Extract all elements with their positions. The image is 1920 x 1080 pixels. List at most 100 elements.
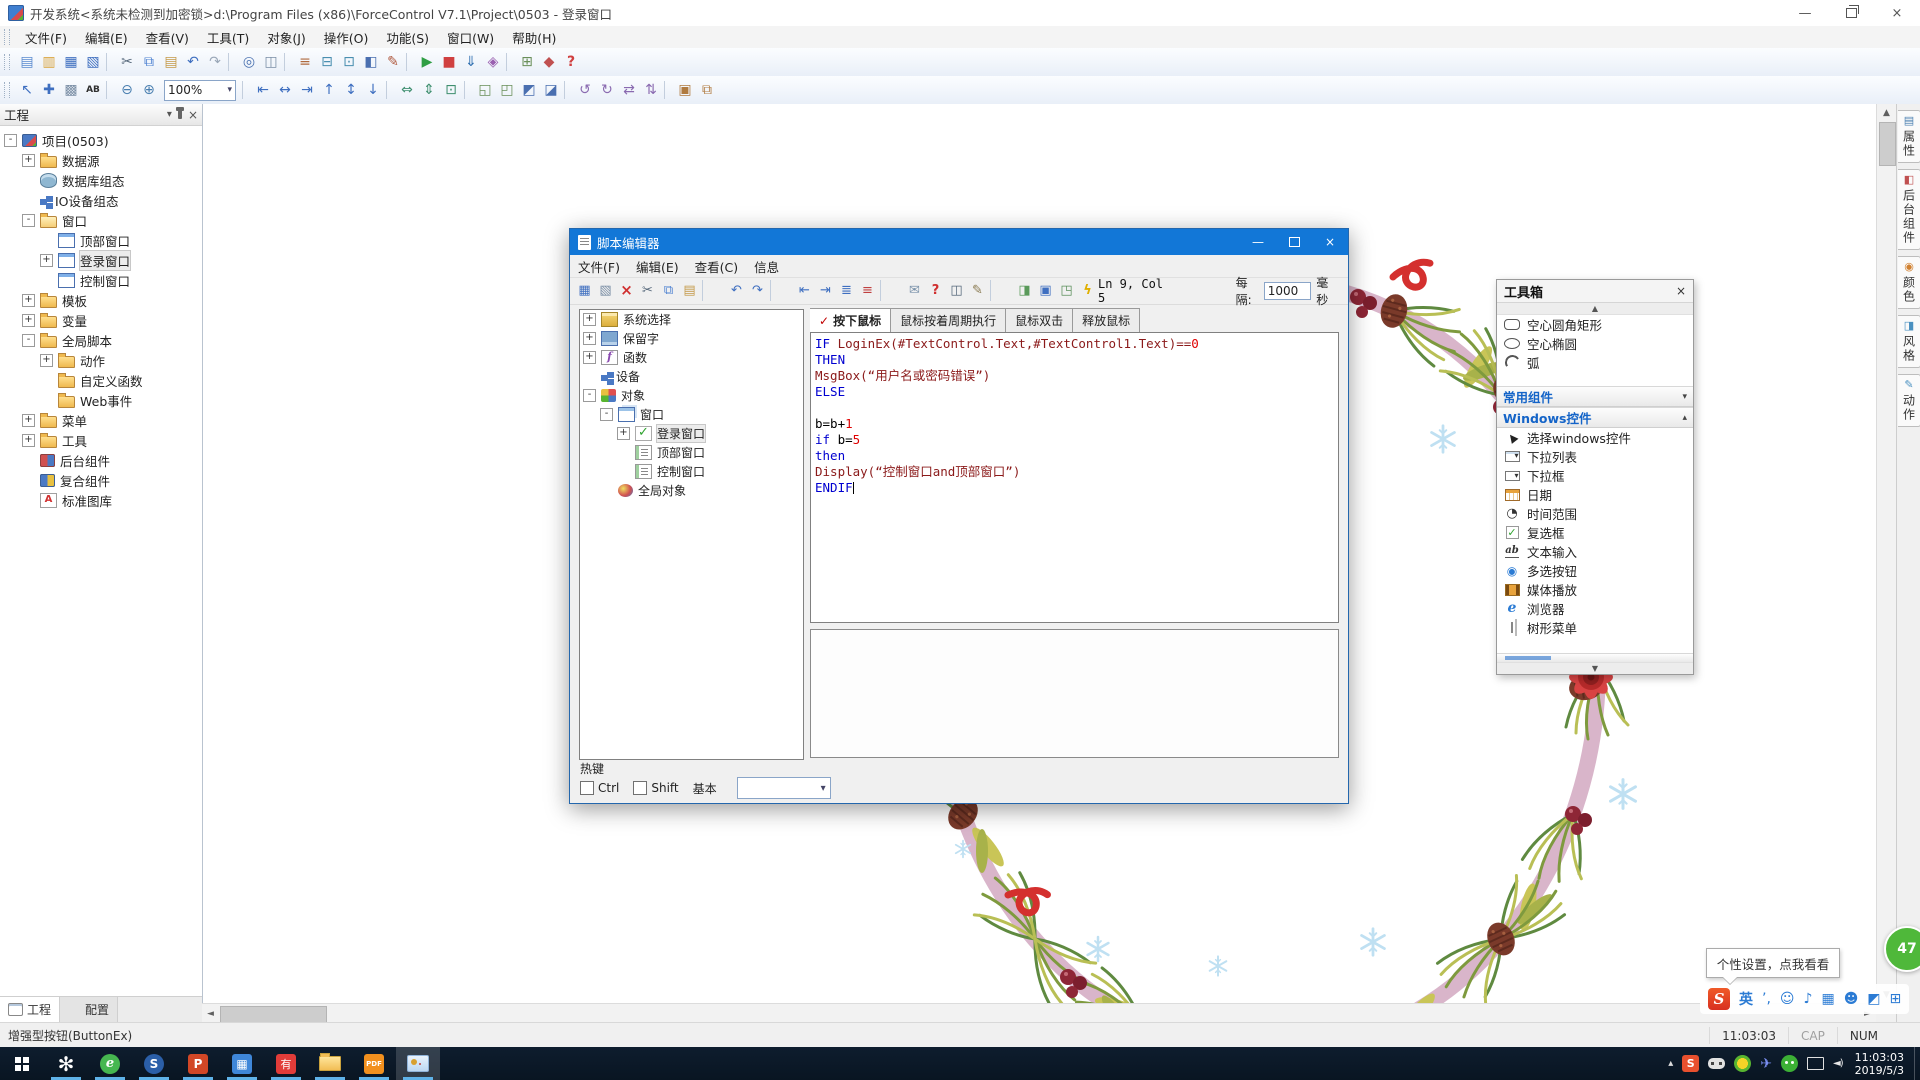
description-panel[interactable] <box>810 629 1339 758</box>
zoom-select[interactable]: 100%▾ <box>164 80 236 101</box>
menu-item[interactable]: 查看(V) <box>137 26 198 49</box>
event-tab[interactable]: 鼠标按着周期执行 <box>891 308 1006 333</box>
sogou-tray-icon[interactable]: S <box>1682 1055 1699 1072</box>
save-as[interactable]: ▧ <box>595 280 616 301</box>
tray-caret-icon[interactable]: ▴ <box>1668 1058 1673 1069</box>
taskbar-app[interactable]: 有 <box>264 1047 308 1080</box>
pointer[interactable]: ↖ <box>16 79 38 101</box>
scrollbar-thumb[interactable] <box>220 1006 327 1023</box>
event-tab[interactable]: 鼠标双击 <box>1006 308 1073 333</box>
separator[interactable] <box>880 280 902 301</box>
tree-item[interactable]: + 登录窗口 <box>580 424 803 443</box>
stop[interactable]: ■ <box>438 51 460 73</box>
monitor-icon[interactable] <box>1807 1057 1824 1070</box>
punct-icon[interactable]: ’, <box>1762 991 1771 1007</box>
separator[interactable] <box>702 280 724 301</box>
stamp[interactable]: ▩ <box>60 79 82 101</box>
rotate-left[interactable]: ↺ <box>574 79 596 101</box>
tree-item[interactable]: + 模板 <box>0 290 202 310</box>
kite-icon[interactable]: ✈ <box>1760 1056 1772 1072</box>
tree-item[interactable]: 全局对象 <box>580 481 803 500</box>
menu-item[interactable]: 操作(O) <box>315 26 378 49</box>
toolbox-item[interactable]: 媒体播放 <box>1497 580 1693 599</box>
paste[interactable]: ▤ <box>160 51 182 73</box>
shift-checkbox[interactable]: Shift <box>633 781 678 795</box>
toolbox-item[interactable]: 弧 <box>1497 353 1693 372</box>
flip-horizontal[interactable]: ⇄ <box>618 79 640 101</box>
tree-item[interactable]: - 对象 <box>580 386 803 405</box>
separator[interactable] <box>242 81 250 99</box>
hotkey-select[interactable]: ▾ <box>737 777 831 799</box>
menu-item[interactable]: 功能(S) <box>377 26 438 49</box>
grid-toggle[interactable]: ⊞ <box>516 51 538 73</box>
script-editor[interactable]: ✎ <box>382 51 404 73</box>
tree-expander-icon[interactable]: - <box>583 389 596 402</box>
interval-input[interactable]: 1000 <box>1264 282 1312 300</box>
tree-item[interactable]: - 全局脚本 <box>0 330 202 350</box>
copy[interactable]: ⧉ <box>658 280 679 301</box>
help[interactable]: ? <box>560 51 582 73</box>
message[interactable]: ✉ <box>904 280 925 301</box>
maximize-button[interactable] <box>1276 229 1312 255</box>
wechat-icon[interactable] <box>1781 1055 1798 1072</box>
tree-expander-icon[interactable]: + <box>40 254 53 267</box>
menu-item[interactable]: 文件(F) <box>16 26 76 49</box>
toolbox-scroll-up[interactable]: ▲ <box>1497 303 1693 315</box>
ungroup[interactable]: ◰ <box>496 79 518 101</box>
taskbar-app[interactable]: ▦ <box>220 1047 264 1080</box>
rotate-right[interactable]: ↻ <box>596 79 618 101</box>
ctrl-checkbox[interactable]: Ctrl <box>580 781 619 795</box>
group[interactable]: ◱ <box>474 79 496 101</box>
separator[interactable] <box>990 280 1012 301</box>
ime-logo-icon[interactable]: S <box>1708 988 1730 1010</box>
dock-tab[interactable]: ◉ 颜色 <box>1898 256 1920 309</box>
toolbox-item[interactable]: 日期 <box>1497 485 1693 504</box>
simulate[interactable]: ◈ <box>482 51 504 73</box>
toolbox-item[interactable]: 选择windows控件 <box>1497 428 1693 447</box>
panel-tab[interactable]: 工程 <box>0 997 60 1022</box>
cut[interactable]: ✂ <box>637 280 658 301</box>
download[interactable]: ⇓ <box>460 51 482 73</box>
toolbox-item[interactable]: 下拉列表 <box>1497 447 1693 466</box>
help[interactable]: ? <box>925 280 946 301</box>
same-size[interactable]: ⊡ <box>440 79 462 101</box>
toolbox-item[interactable]: 空心圆角矩形 <box>1497 315 1693 334</box>
menu-item[interactable]: 工具(T) <box>198 26 258 49</box>
close-icon[interactable]: × <box>1676 284 1686 298</box>
same-height[interactable]: ⇕ <box>418 79 440 101</box>
tree-expander-icon[interactable]: - <box>22 334 35 347</box>
flip-vertical[interactable]: ⇅ <box>640 79 662 101</box>
tree-item[interactable]: Web事件 <box>0 390 202 410</box>
skin-icon[interactable]: ◩ <box>1867 991 1880 1007</box>
close-icon[interactable]: × <box>188 108 198 122</box>
separator[interactable] <box>770 280 792 301</box>
panel-tab[interactable]: 配置 <box>60 997 118 1022</box>
tree-item[interactable]: + 系统选择 <box>580 310 803 329</box>
compile[interactable]: ϟ <box>1077 280 1098 301</box>
scrollbar-thumb[interactable] <box>1879 122 1896 166</box>
tree-item[interactable]: + 变量 <box>0 310 202 330</box>
tree-item[interactable]: + 菜单 <box>0 410 202 430</box>
toolbox-item[interactable]: 时间范围 <box>1497 504 1693 523</box>
new-file[interactable]: ▤ <box>16 51 38 73</box>
tree-item[interactable]: 控制窗口 <box>0 270 202 290</box>
taskbar-app[interactable]: e <box>88 1047 132 1080</box>
horizontal-scrollbar[interactable]: ◄ ► <box>202 1003 1876 1023</box>
tree-item[interactable]: - 窗口 <box>0 210 202 230</box>
tree-item[interactable]: 数据库组态 <box>0 170 202 190</box>
tree-item[interactable]: 控制窗口 <box>580 462 803 481</box>
tree-expander-icon[interactable]: + <box>583 332 596 345</box>
toolbox-item[interactable]: Windows控件 ▴ <box>1497 407 1693 428</box>
open-file[interactable]: ▥ <box>38 51 60 73</box>
align-left[interactable]: ⇤ <box>252 79 274 101</box>
taskbar-app[interactable]: ✻ <box>44 1047 88 1080</box>
align-h-center[interactable]: ↔ <box>274 79 296 101</box>
separator[interactable] <box>406 53 414 71</box>
mic-icon[interactable]: ♪ <box>1804 991 1813 1007</box>
outdent[interactable]: ⇤ <box>794 280 815 301</box>
ime-tooltip[interactable]: 个性设置，点我看看 <box>1706 948 1840 978</box>
minimize-button[interactable]: — <box>1782 0 1828 26</box>
print[interactable]: ◫ <box>260 51 282 73</box>
tree-item[interactable]: + 函数 <box>580 348 803 367</box>
taskbar-app[interactable]: P <box>176 1047 220 1080</box>
